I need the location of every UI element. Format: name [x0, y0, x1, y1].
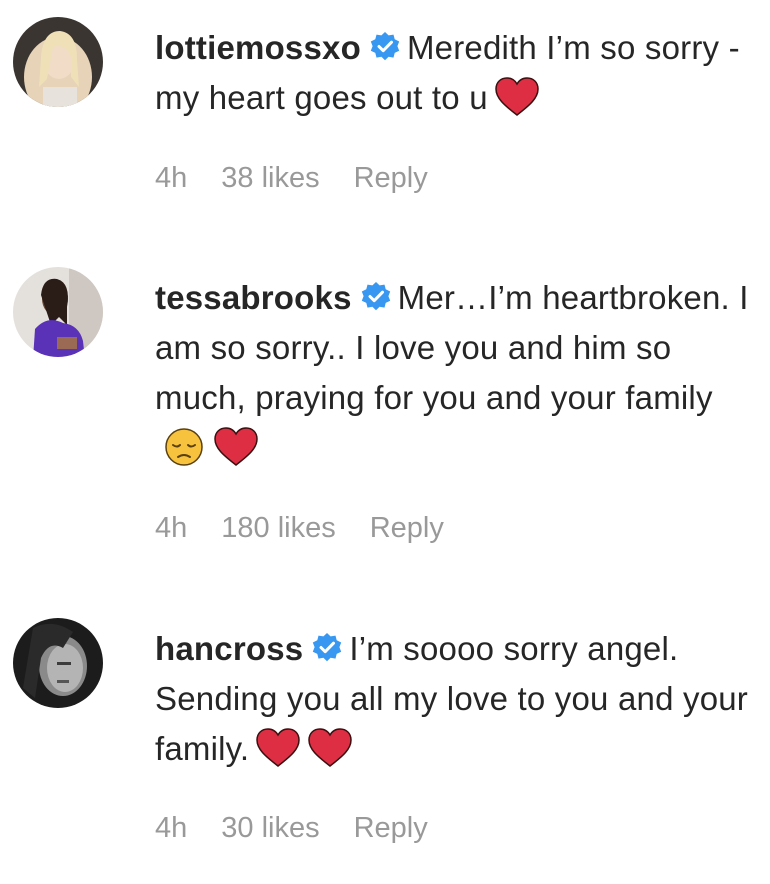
comment-body: tessabrooks Mer…I’m heartbroken. I am so …	[155, 273, 755, 473]
verified-badge-icon	[311, 632, 343, 664]
pensive-face-emoji	[161, 427, 207, 467]
comment-username[interactable]: tessabrooks	[155, 279, 352, 316]
comment-time[interactable]: 4h	[155, 512, 187, 544]
reply-button[interactable]: Reply	[354, 162, 428, 194]
red-heart-emoji	[213, 427, 259, 467]
avatar[interactable]	[13, 267, 103, 357]
verified-badge-icon	[360, 281, 392, 313]
red-heart-emoji	[307, 728, 353, 768]
verified-badge-icon	[369, 31, 401, 63]
comment-likes[interactable]: 180 likes	[221, 512, 335, 544]
red-heart-emoji	[255, 728, 301, 768]
comment-time[interactable]: 4h	[155, 812, 187, 844]
comment-username[interactable]: lottiemossxo	[155, 29, 361, 66]
comment-body: lottiemossxo Meredith I’m so sorry - my h…	[155, 23, 755, 123]
avatar[interactable]	[13, 618, 103, 708]
comment-time[interactable]: 4h	[155, 162, 187, 194]
comment-meta: 4h 30 likes Reply	[155, 812, 462, 845]
comment-body: hancross I’m soooo sorry angel. Sending y…	[155, 624, 755, 774]
avatar[interactable]	[13, 17, 103, 107]
comment-likes[interactable]: 38 likes	[221, 162, 319, 194]
comment-meta: 4h 38 likes Reply	[155, 162, 462, 195]
comment-likes[interactable]: 30 likes	[221, 812, 319, 844]
comment-meta: 4h 180 likes Reply	[155, 512, 478, 545]
comment-username[interactable]: hancross	[155, 630, 303, 667]
reply-button[interactable]: Reply	[354, 812, 428, 844]
comment-list: lottiemossxo Meredith I’m so sorry - my h…	[0, 0, 770, 884]
red-heart-emoji	[494, 77, 540, 117]
reply-button[interactable]: Reply	[370, 512, 444, 544]
